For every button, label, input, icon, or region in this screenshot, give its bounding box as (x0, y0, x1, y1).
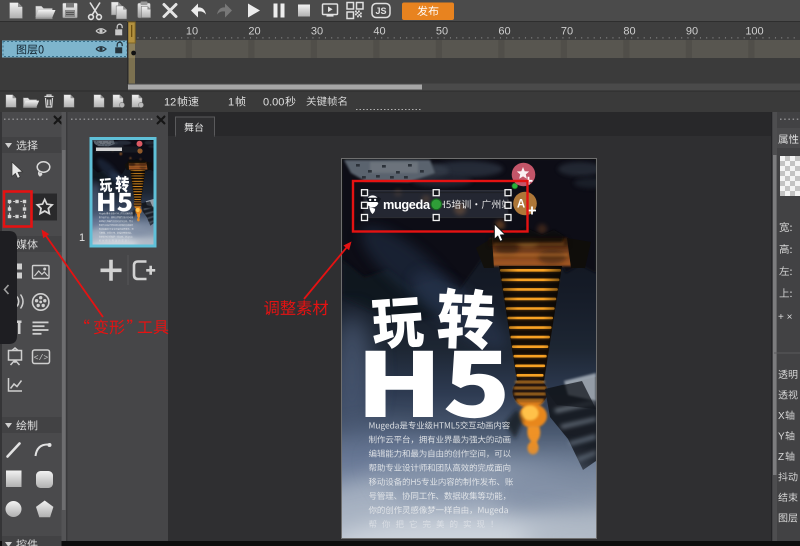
svg-text:Y: Y (778, 432, 785, 443)
svg-text:0.00: 0.00 (263, 97, 284, 109)
svg-text:40: 40 (373, 26, 385, 38)
svg-text:A: A (517, 199, 525, 211)
svg-text:</>: </> (34, 354, 49, 363)
svg-text:50: 50 (436, 26, 448, 38)
svg-text:1: 1 (79, 232, 85, 244)
svg-text:10: 10 (186, 26, 198, 38)
svg-text:30: 30 (311, 26, 323, 38)
svg-text:X: X (778, 411, 785, 422)
svg-text:mugeda: mugeda (383, 197, 431, 212)
svg-text:+ ×: + × (778, 312, 793, 323)
svg-text:60: 60 (498, 26, 510, 38)
svg-text:1: 1 (228, 97, 234, 109)
svg-text:Z: Z (778, 452, 784, 463)
svg-text:80: 80 (623, 26, 635, 38)
svg-text:12: 12 (164, 97, 176, 109)
svg-text:70: 70 (561, 26, 573, 38)
svg-text:20: 20 (248, 26, 260, 38)
svg-text:JS: JS (375, 6, 386, 16)
svg-text:100: 100 (745, 26, 763, 38)
svg-text:90: 90 (686, 26, 698, 38)
